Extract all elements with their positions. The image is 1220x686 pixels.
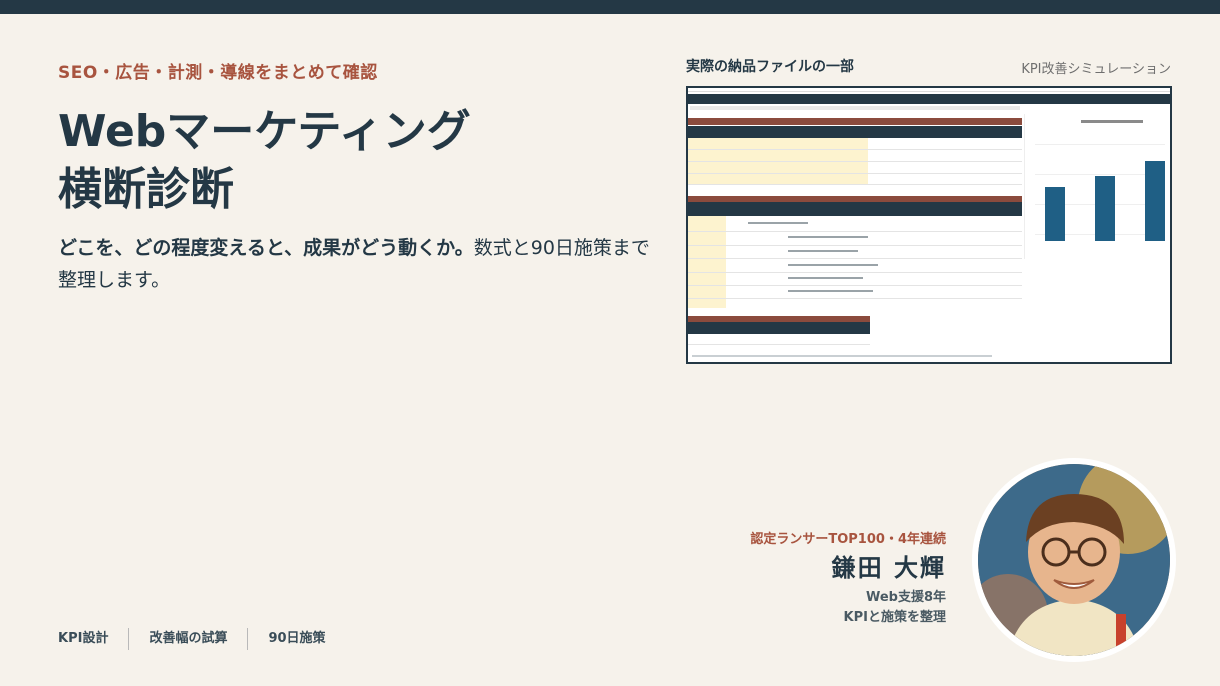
profile-role-line-1: Web支援8年 [865, 590, 946, 605]
table3-row [688, 344, 870, 345]
avatar [972, 458, 1176, 662]
table2-row [688, 298, 1022, 299]
sheet-column-header [688, 88, 1170, 92]
chart-bar [1145, 161, 1165, 241]
table2-row [688, 272, 1022, 273]
spreadsheet-preview [686, 86, 1172, 364]
headline-line-2: 横断診断 [58, 164, 234, 215]
profile-role: Web支援8年 KPIと施策を整理 [844, 588, 946, 628]
feature-tags: KPI設計 改善幅の試算 90日施策 [58, 628, 346, 650]
cell-text [788, 277, 863, 279]
sheet-title: 実際の納品ファイルの一部 [686, 59, 854, 75]
table2-row [688, 285, 1022, 286]
lead-bold: どこを、どの程度変えると、成果がどう動くか。 [58, 237, 474, 259]
table1-section-header [688, 118, 1022, 125]
cell-text [788, 264, 878, 266]
table3-column-header [688, 322, 870, 334]
table1-row [688, 161, 1022, 162]
sheet-title-band [688, 94, 1170, 104]
profile-kicker: 認定ランサーTOP100・4年連続 [750, 532, 946, 547]
table1-row [688, 149, 1022, 150]
table2-row [688, 231, 1022, 232]
sheet-subtitle-line [690, 106, 1020, 110]
cell-text [788, 250, 858, 252]
top-bar [0, 0, 1220, 14]
headline: Webマーケティング 横断診断 [58, 103, 471, 219]
chart-bar [1095, 176, 1115, 241]
chart-title-text [1081, 120, 1143, 123]
avatar-photo [978, 464, 1170, 656]
headline-line-1: Webマーケティング [58, 106, 471, 157]
table2-row [688, 258, 1022, 259]
table1-row [688, 173, 1022, 174]
sheet-caption: KPI改善シミュレーション [1021, 62, 1171, 77]
lead-text: どこを、どの程度変えると、成果がどう動くか。数式と90日施策まで整理します。 [58, 232, 658, 296]
eyebrow-text: SEO・広告・計測・導線をまとめて確認 [58, 63, 378, 83]
sheet-bar-chart [1024, 114, 1170, 259]
table2-row [688, 245, 1022, 246]
profile-name: 鎌田 大輝 [831, 554, 946, 582]
profile-role-line-2: KPIと施策を整理 [843, 610, 946, 625]
table2-column-header [688, 202, 1022, 216]
table1-column-header [688, 126, 1022, 138]
table1-row [688, 184, 1022, 185]
cell-text [788, 290, 873, 292]
tag-90-day-plan: 90日施策 [268, 631, 326, 646]
tag-kpi-design: KPI設計 [58, 628, 130, 650]
portrait-illustration [978, 464, 1170, 656]
tag-improvement-estimate: 改善幅の試算 [129, 628, 249, 650]
cell-text [748, 222, 808, 224]
chart-bar [1045, 187, 1065, 241]
chart-gridline [1035, 144, 1165, 145]
sheet-footnote [692, 355, 992, 357]
table2-input-cells [688, 216, 726, 308]
cell-text [788, 236, 868, 238]
